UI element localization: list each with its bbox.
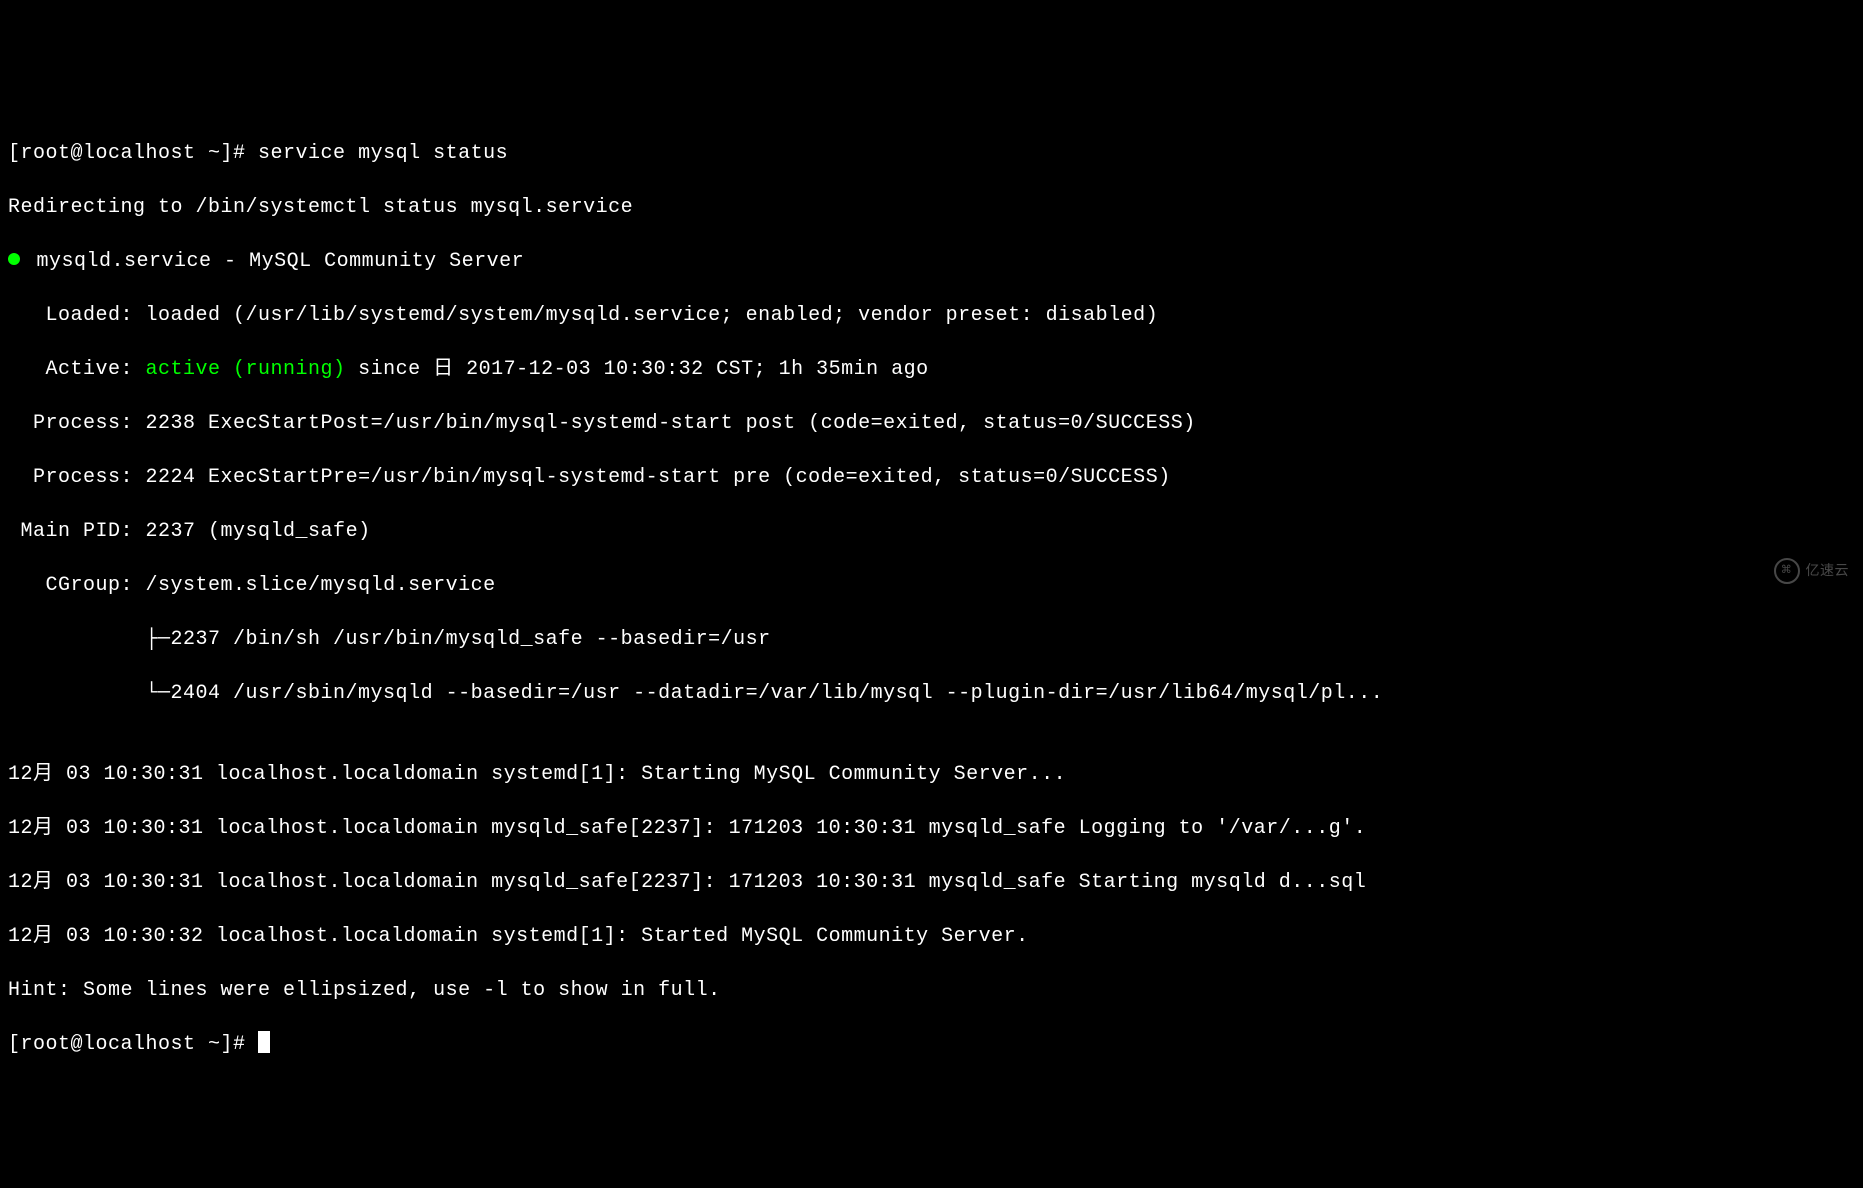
watermark-text: 亿速云 (1806, 557, 1850, 584)
mainpid-label: Main PID: (8, 520, 146, 543)
service-sep: - (212, 250, 250, 273)
loaded-value: loaded (/usr/lib/systemd/system/mysqld.s… (146, 304, 1159, 327)
active-since: since 日 2017-12-03 10:30:32 CST; 1h 35mi… (346, 358, 929, 381)
active-label: Active: (8, 358, 146, 381)
prompt-prefix: [root@localhost ~]# (8, 1033, 258, 1056)
active-line: Active: active (running) since 日 2017-12… (8, 356, 1855, 383)
hint-line: Hint: Some lines were ellipsized, use -l… (8, 977, 1855, 1004)
status-bullet-icon (8, 253, 20, 265)
process-line-2: Process: 2224 ExecStartPre=/usr/bin/mysq… (8, 464, 1855, 491)
prompt-line-2: [root@localhost ~]# (8, 1031, 1855, 1058)
cgroup-line: CGroup: /system.slice/mysqld.service (8, 572, 1855, 599)
service-name: mysqld.service (37, 250, 212, 273)
log-line-3: 12月 03 10:30:31 localhost.localdomain my… (8, 869, 1855, 896)
active-state: active (running) (146, 358, 346, 381)
process-label: Process: (8, 466, 146, 489)
cgroup-child-2: └─2404 /usr/sbin/mysqld --basedir=/usr -… (8, 680, 1855, 707)
cursor-icon (258, 1031, 270, 1053)
watermark-logo-icon: ⌘ (1774, 558, 1800, 584)
process-line-1: Process: 2238 ExecStartPost=/usr/bin/mys… (8, 410, 1855, 437)
process-label: Process: (8, 412, 146, 435)
loaded-label: Loaded: (8, 304, 146, 327)
mainpid-line: Main PID: 2237 (mysqld_safe) (8, 518, 1855, 545)
cgroup-child-1: ├─2237 /bin/sh /usr/bin/mysqld_safe --ba… (8, 626, 1855, 653)
service-desc: MySQL Community Server (249, 250, 524, 273)
watermark: ⌘ 亿速云 (1774, 557, 1850, 584)
log-line-2: 12月 03 10:30:31 localhost.localdomain my… (8, 815, 1855, 842)
service-header-line: mysqld.service - MySQL Community Server (8, 248, 1855, 275)
process-value: 2238 ExecStartPost=/usr/bin/mysql-system… (146, 412, 1196, 435)
mainpid-value: 2237 (mysqld_safe) (146, 520, 371, 543)
log-line-1: 12月 03 10:30:31 localhost.localdomain sy… (8, 761, 1855, 788)
log-line-4: 12月 03 10:30:32 localhost.localdomain sy… (8, 923, 1855, 950)
command-text: service mysql status (258, 142, 508, 165)
process-value: 2224 ExecStartPre=/usr/bin/mysql-systemd… (146, 466, 1171, 489)
terminal-output[interactable]: [root@localhost ~]# service mysql status… (8, 113, 1855, 1085)
prompt-prefix: [root@localhost ~]# (8, 142, 258, 165)
prompt-line: [root@localhost ~]# service mysql status (8, 140, 1855, 167)
loaded-line: Loaded: loaded (/usr/lib/systemd/system/… (8, 302, 1855, 329)
redirect-line: Redirecting to /bin/systemctl status mys… (8, 194, 1855, 221)
